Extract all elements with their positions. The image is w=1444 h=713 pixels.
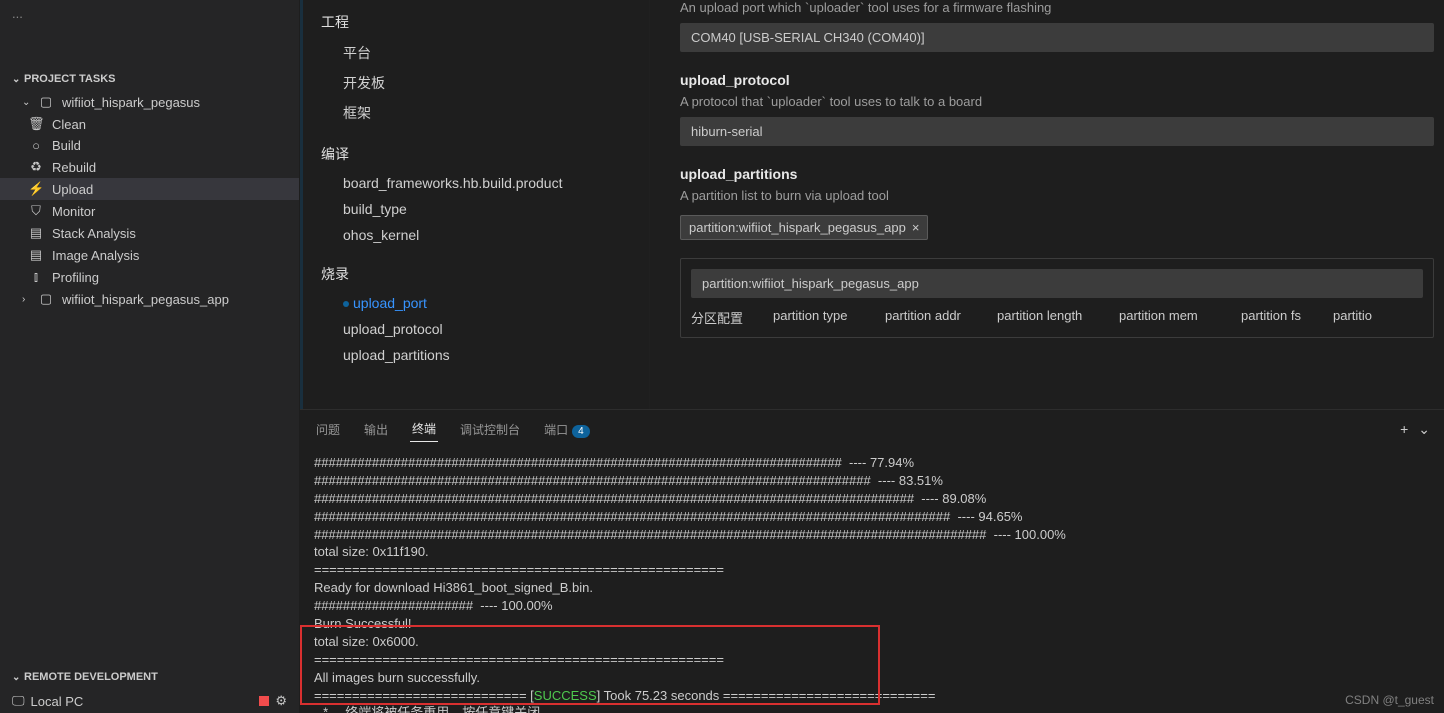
task-label: Stack Analysis bbox=[52, 226, 136, 241]
th-length: partition length bbox=[997, 308, 1107, 327]
task-label: Image Analysis bbox=[52, 248, 139, 263]
cfg-item-upload-protocol[interactable]: upload_protocol bbox=[321, 316, 649, 342]
th-type: partition type bbox=[773, 308, 873, 327]
trash-icon: 🗑 bbox=[28, 116, 44, 132]
th-more: partitio bbox=[1333, 308, 1372, 327]
chevron-down-icon: ⌄ bbox=[22, 97, 30, 108]
terminal-panel: 问题 输出 终端 调试控制台 端口4 + ⌄ #################… bbox=[300, 409, 1444, 713]
task-label: Monitor bbox=[52, 204, 95, 219]
left-sidebar: ... ⌄ PROJECT TASKS ⌄ ▢ wifiiot_hispark_… bbox=[0, 0, 300, 713]
partition-table-head: 分区配置 partition type partition addr parti… bbox=[691, 308, 1423, 327]
chip-icon: ▢ bbox=[38, 291, 54, 307]
chip-icon: ▢ bbox=[38, 94, 54, 110]
task-label: Clean bbox=[52, 117, 86, 132]
cfg-item-ohos-kernel[interactable]: ohos_kernel bbox=[321, 222, 649, 248]
partition-chip-label: partition:wifiiot_hispark_pegasus_app bbox=[689, 220, 906, 235]
project-name: wifiiot_hispark_pegasus bbox=[62, 95, 200, 110]
stop-icon[interactable] bbox=[259, 696, 269, 706]
tab-debug[interactable]: 调试控制台 bbox=[458, 417, 522, 442]
task-stack-analysis[interactable]: ▤ Stack Analysis bbox=[0, 222, 299, 244]
form-area: An upload port which `uploader` tool use… bbox=[650, 0, 1444, 409]
project-tasks-tree: ⌄ ▢ wifiiot_hispark_pegasus 🗑 Clean ○ Buil… bbox=[0, 91, 299, 665]
task-label: Upload bbox=[52, 182, 93, 197]
chevron-down-icon: ⌄ bbox=[12, 672, 20, 683]
project-row-2[interactable]: › ▢ wifiiot_hispark_pegasus_app bbox=[0, 288, 299, 310]
watermark: CSDN @t_guest bbox=[1345, 693, 1434, 707]
local-pc-label: Local PC bbox=[31, 694, 84, 709]
cfg-item-build-product[interactable]: board_frameworks.hb.build.product bbox=[321, 170, 649, 196]
task-label: Build bbox=[52, 138, 81, 153]
recycle-icon: ♻ bbox=[28, 159, 44, 175]
task-build[interactable]: ○ Build bbox=[0, 135, 299, 156]
upload-icon: ⚡ bbox=[28, 181, 44, 197]
task-label: Profiling bbox=[52, 270, 99, 285]
local-pc-row[interactable]: 🖵 Local PC ⚙ bbox=[0, 689, 299, 713]
task-image-analysis[interactable]: ▤ Image Analysis bbox=[0, 244, 299, 266]
cfg-item-framework[interactable]: 框架 bbox=[321, 98, 649, 128]
task-monitor[interactable]: ⛉ Monitor bbox=[0, 200, 299, 222]
upload-protocol-desc: A protocol that `uploader` tool uses to … bbox=[680, 94, 1434, 109]
cfg-item-upload-partitions[interactable]: upload_partitions bbox=[321, 342, 649, 368]
upload-port-desc: An upload port which `uploader` tool use… bbox=[680, 0, 1434, 15]
list-icon: ▤ bbox=[28, 225, 44, 241]
cfg-group-project: 工程 bbox=[321, 6, 649, 38]
cfg-item-upload-port[interactable]: upload_port bbox=[321, 290, 649, 316]
cfg-item-platform[interactable]: 平台 bbox=[321, 38, 649, 68]
plug-icon: ⛉ bbox=[28, 203, 44, 219]
th-addr: partition addr bbox=[885, 308, 985, 327]
file-tab: ... bbox=[0, 0, 299, 27]
th-mem: partition mem bbox=[1119, 308, 1229, 327]
chip-remove-icon[interactable]: × bbox=[912, 220, 920, 235]
cfg-item-board[interactable]: 开发板 bbox=[321, 68, 649, 98]
terminal-tabs: 问题 输出 终端 调试控制台 端口4 + ⌄ bbox=[300, 410, 1444, 449]
new-terminal-icon[interactable]: + bbox=[1400, 421, 1408, 438]
tab-problems[interactable]: 问题 bbox=[314, 417, 342, 442]
cfg-item-build-type[interactable]: build_type bbox=[321, 196, 649, 222]
project-tasks-header[interactable]: ⌄ PROJECT TASKS bbox=[0, 67, 299, 91]
task-clean[interactable]: 🗑 Clean bbox=[0, 113, 299, 135]
chevron-down-icon[interactable]: ⌄ bbox=[1418, 421, 1430, 438]
task-profiling[interactable]: ⫾ Profiling bbox=[0, 266, 299, 288]
partition-table-wrap: 分区配置 partition type partition addr parti… bbox=[680, 258, 1434, 338]
gear-icon[interactable]: ⚙ bbox=[275, 693, 287, 709]
circle-icon: ○ bbox=[28, 138, 44, 153]
task-rebuild[interactable]: ♻ Rebuild bbox=[0, 156, 299, 178]
task-label: Rebuild bbox=[52, 160, 96, 175]
project-tasks-title: PROJECT TASKS bbox=[24, 73, 115, 85]
cfg-group-compile: 编译 bbox=[321, 138, 649, 170]
tab-output[interactable]: 输出 bbox=[362, 417, 390, 442]
ports-badge: 4 bbox=[572, 425, 590, 438]
terminal-output[interactable]: ########################################… bbox=[300, 449, 1444, 713]
upload-partitions-desc: A partition list to burn via upload tool bbox=[680, 188, 1434, 203]
project-row[interactable]: ⌄ ▢ wifiiot_hispark_pegasus bbox=[0, 91, 299, 113]
task-upload[interactable]: ⚡ Upload bbox=[0, 178, 299, 200]
upload-port-input[interactable] bbox=[680, 23, 1434, 52]
upload-protocol-input[interactable] bbox=[680, 117, 1434, 146]
partition-name-input[interactable] bbox=[691, 269, 1423, 298]
editor-area: 工程 平台 开发板 框架 编译 board_frameworks.hb.buil… bbox=[300, 0, 1444, 409]
chevron-down-icon: ⌄ bbox=[12, 74, 20, 85]
cfg-group-burn: 烧录 bbox=[321, 258, 649, 290]
th-config: 分区配置 bbox=[691, 308, 761, 327]
project-name-2: wifiiot_hispark_pegasus_app bbox=[62, 292, 229, 307]
partition-chip[interactable]: partition:wifiiot_hispark_pegasus_app × bbox=[680, 215, 928, 240]
list-icon: ▤ bbox=[28, 247, 44, 263]
th-fs: partition fs bbox=[1241, 308, 1321, 327]
pc-icon: 🖵 bbox=[12, 693, 25, 709]
config-nav: 工程 平台 开发板 框架 编译 board_frameworks.hb.buil… bbox=[300, 0, 650, 409]
chart-icon: ⫾ bbox=[28, 269, 44, 285]
upload-partitions-label: upload_partitions bbox=[680, 166, 1434, 182]
tab-ports[interactable]: 端口4 bbox=[542, 417, 592, 442]
remote-dev-title: REMOTE DEVELOPMENT bbox=[24, 671, 158, 683]
remote-dev-header[interactable]: ⌄ REMOTE DEVELOPMENT bbox=[0, 665, 299, 689]
upload-protocol-label: upload_protocol bbox=[680, 72, 1434, 88]
chevron-right-icon: › bbox=[22, 294, 30, 305]
tab-terminal[interactable]: 终端 bbox=[410, 416, 438, 442]
main-area: 工程 平台 开发板 框架 编译 board_frameworks.hb.buil… bbox=[300, 0, 1444, 713]
